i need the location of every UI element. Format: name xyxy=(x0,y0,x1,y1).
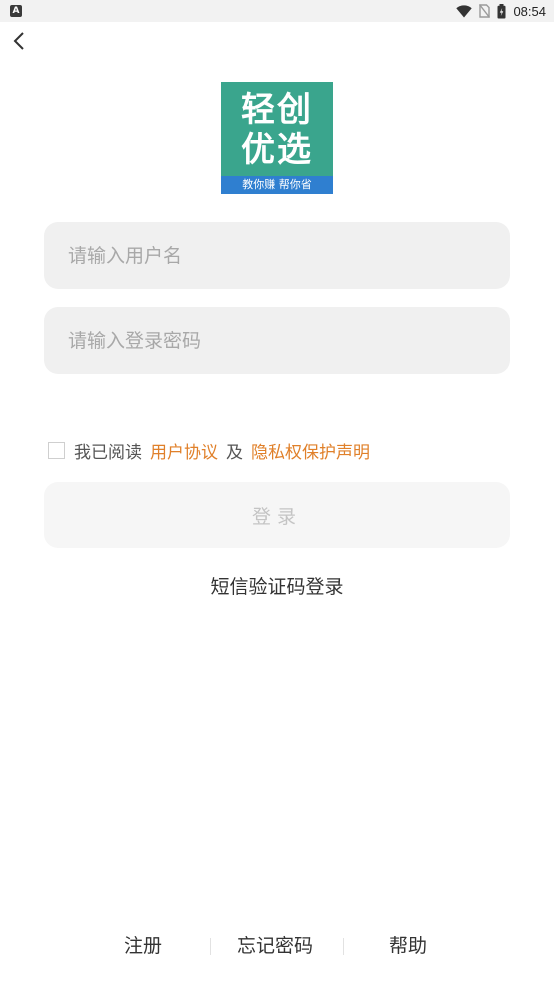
password-field-container xyxy=(44,307,510,374)
logo-text-line1: 轻创 xyxy=(241,90,313,130)
footer-divider xyxy=(343,938,344,955)
help-link[interactable]: 帮助 xyxy=(389,930,427,962)
app-logo: 轻创 优选 教你赚 帮你省 xyxy=(221,82,333,194)
password-input[interactable] xyxy=(66,328,488,353)
no-sim-icon xyxy=(479,4,491,18)
logo-tagline: 教你赚 帮你省 xyxy=(221,176,333,194)
login-button[interactable]: 登录 xyxy=(44,482,510,548)
status-icons: 08:54 xyxy=(456,0,546,22)
logo-text-line2: 优选 xyxy=(241,130,313,170)
back-button[interactable] xyxy=(6,28,32,54)
battery-icon xyxy=(497,3,506,19)
username-field-container xyxy=(44,222,510,289)
notification-app-icon: A xyxy=(10,5,22,17)
agreement-checkbox[interactable] xyxy=(48,441,65,459)
register-link[interactable]: 注册 xyxy=(124,930,162,962)
username-input[interactable] xyxy=(66,243,488,268)
agreement-row: 我已阅读 用户协议 及 隐私权保护声明 xyxy=(48,437,370,463)
user-agreement-link[interactable]: 用户协议 xyxy=(150,438,218,463)
wifi-icon xyxy=(456,4,473,18)
agreement-prefix-text: 我已阅读 xyxy=(74,442,142,463)
agreement-and-text: 及 xyxy=(226,442,243,463)
status-time: 08:54 xyxy=(513,3,546,19)
chevron-left-icon xyxy=(12,30,26,52)
status-bar: A 08:54 xyxy=(0,0,554,22)
forgot-password-link[interactable]: 忘记密码 xyxy=(237,930,313,962)
footer-links: 注册 忘记密码 帮助 xyxy=(0,930,554,962)
privacy-policy-link[interactable]: 隐私权保护声明 xyxy=(251,438,370,463)
sms-code-login-link[interactable]: 短信验证码登录 xyxy=(0,572,554,599)
footer-divider xyxy=(210,938,211,955)
